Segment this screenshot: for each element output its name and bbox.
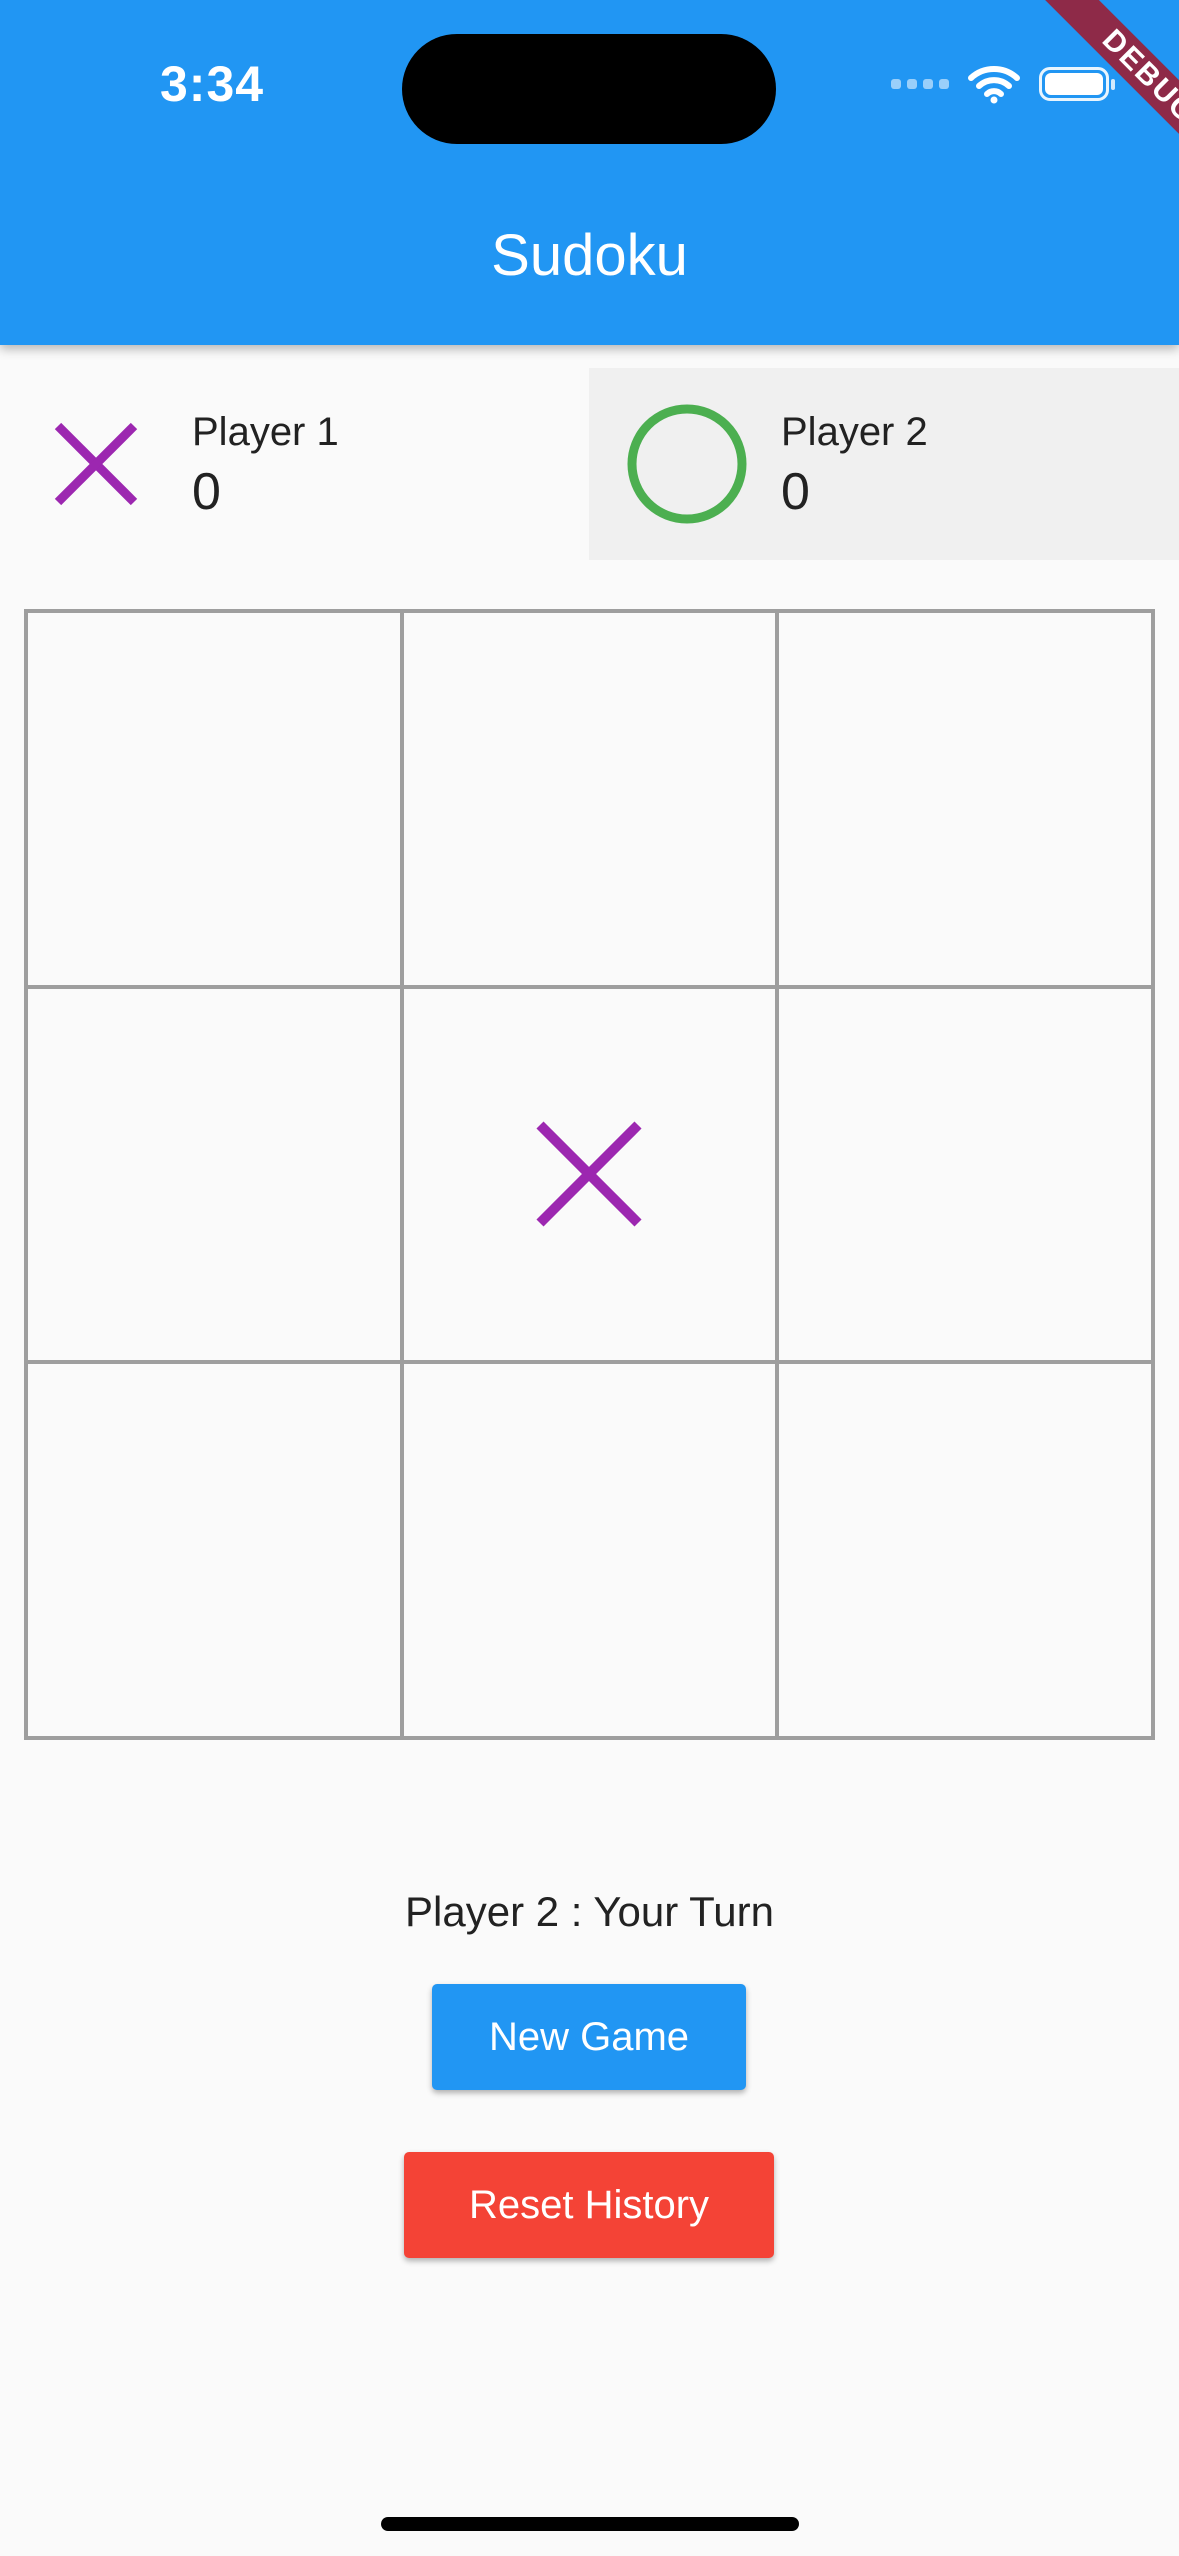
board-cell-8[interactable]	[777, 1362, 1153, 1738]
board-cell-0[interactable]	[26, 611, 402, 987]
status-time: 3:34	[160, 56, 265, 112]
player-2-name: Player 2	[781, 410, 928, 454]
player-2-card: Player 2 0	[589, 368, 1179, 560]
board-cell-2[interactable]	[777, 611, 1153, 987]
player-1-card: Player 1 0	[0, 368, 589, 560]
home-indicator	[381, 2517, 799, 2531]
circle-icon	[627, 404, 747, 524]
new-game-button[interactable]: New Game	[432, 1984, 746, 2090]
board-cell-3[interactable]	[26, 986, 402, 1363]
player-2-score: 0	[781, 463, 810, 521]
x-icon	[54, 422, 138, 506]
debug-banner-label: DEBUG	[1029, 0, 1179, 197]
board-cell-6[interactable]	[26, 1362, 402, 1738]
cellular-signal-icon	[891, 79, 949, 89]
reset-history-button[interactable]: Reset History	[404, 2152, 774, 2258]
board-cell-7[interactable]	[401, 1362, 778, 1738]
x-mark-icon	[536, 1121, 643, 1228]
game-board	[24, 609, 1155, 1740]
dynamic-island	[402, 34, 776, 144]
player-1-name: Player 1	[192, 410, 339, 454]
board-cell-5[interactable]	[777, 986, 1153, 1363]
board-cell-4[interactable]	[401, 986, 778, 1363]
app-title: Sudoku	[491, 223, 688, 288]
player-1-score: 0	[192, 463, 221, 521]
debug-banner: DEBUG	[979, 0, 1179, 200]
turn-status: Player 2 : Your Turn	[405, 1888, 774, 1935]
board-cell-1[interactable]	[401, 611, 778, 987]
